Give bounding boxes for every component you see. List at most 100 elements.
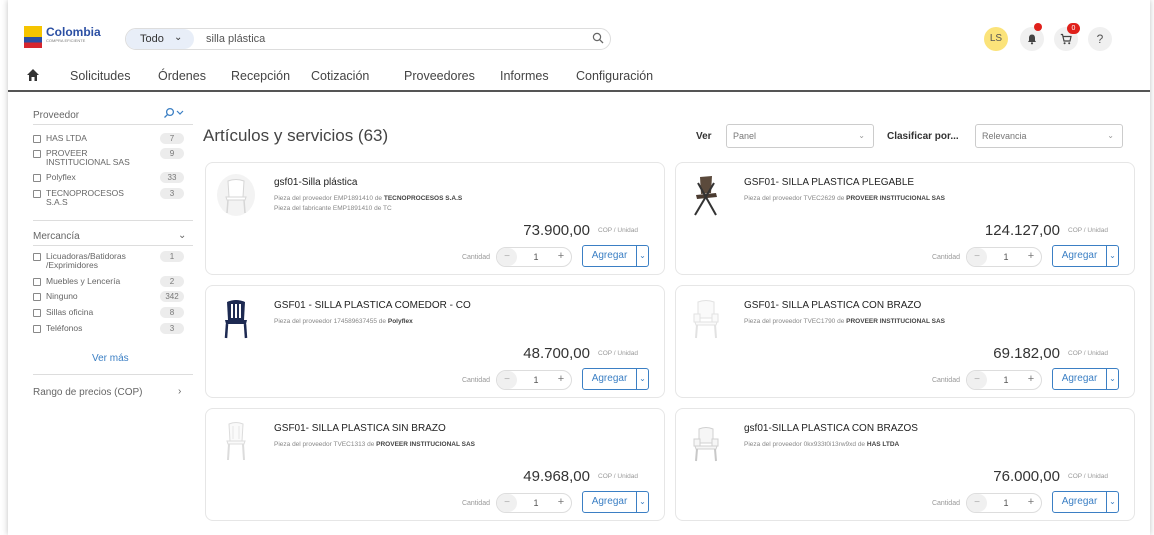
add-to-cart-button[interactable]: Agregar	[1052, 491, 1107, 513]
nav-cotizacion[interactable]: Cotización	[311, 69, 369, 83]
armchair-icon	[693, 300, 719, 339]
cart-button[interactable]: 0	[1054, 23, 1080, 51]
quantity-increment-button[interactable]: +	[1023, 250, 1039, 262]
add-to-cart-button[interactable]: Agregar	[1052, 368, 1107, 390]
quantity-value[interactable]: 1	[993, 375, 1019, 385]
search-input[interactable]: silla plástica	[206, 33, 265, 45]
quantity-value[interactable]: 1	[993, 252, 1019, 262]
add-options-dropdown[interactable]: ⌄	[636, 368, 649, 390]
product-name[interactable]: gsf01-SILLA PLASTICA CON BRAZOS	[744, 423, 918, 434]
logo[interactable]: Colombia COMPRA EFICIENTE	[24, 25, 124, 48]
search-scope-dropdown[interactable]: Todo ⌄	[126, 29, 194, 49]
quantity-increment-button[interactable]: +	[553, 373, 569, 385]
checkbox[interactable]	[33, 150, 41, 158]
quantity-decrement-button[interactable]: −	[497, 494, 517, 512]
add-options-dropdown[interactable]: ⌄	[1106, 368, 1119, 390]
add-options-dropdown[interactable]: ⌄	[636, 245, 649, 267]
checkbox[interactable]	[33, 278, 41, 286]
product-supplier-line: Pieza del proveedor TVEC1790 de PROVEER …	[744, 318, 945, 325]
quantity-stepper[interactable]: − 1 +	[496, 247, 572, 267]
app-window: Colombia COMPRA EFICIENTE Todo ⌄ silla p…	[8, 0, 1150, 535]
product-card[interactable]: gsf01-Silla plástica Pieza del proveedor…	[205, 162, 665, 275]
help-button[interactable]: ?	[1088, 27, 1112, 51]
add-options-dropdown[interactable]: ⌄	[1106, 491, 1119, 513]
price-unit: COP / Unidad	[1068, 227, 1108, 234]
quantity-stepper[interactable]: − 1 +	[496, 493, 572, 513]
nav-configuracion[interactable]: Configuración	[576, 69, 653, 83]
price-range-filter[interactable]: Rango de precios (COP)	[33, 387, 143, 398]
nav-ordenes[interactable]: Órdenes	[158, 69, 206, 83]
home-icon[interactable]	[26, 68, 40, 82]
chevron-right-icon[interactable]: ›	[178, 386, 181, 397]
add-options-dropdown[interactable]: ⌄	[636, 491, 649, 513]
quantity-increment-button[interactable]: +	[1023, 373, 1039, 385]
product-card[interactable]: GSF01- SILLA PLASTICA SIN BRAZO Pieza de…	[205, 408, 665, 521]
quantity-increment-button[interactable]: +	[553, 250, 569, 262]
quantity-value[interactable]: 1	[523, 252, 549, 262]
nav-solicitudes[interactable]: Solicitudes	[70, 69, 130, 83]
add-to-cart-button[interactable]: Agregar	[1052, 245, 1107, 267]
checkbox[interactable]	[33, 174, 41, 182]
notifications-button[interactable]	[1020, 23, 1044, 51]
product-price: 69.182,00	[993, 345, 1060, 362]
supplier-name[interactable]: TECNOPROCESOS S.A.S	[384, 195, 462, 202]
nav-informes[interactable]: Informes	[500, 69, 549, 83]
product-price: 48.700,00	[523, 345, 590, 362]
armchair-icon	[693, 427, 719, 462]
quantity-value[interactable]: 1	[993, 498, 1019, 508]
quantity-decrement-button[interactable]: −	[967, 248, 987, 266]
nav-recepcion[interactable]: Recepción	[231, 69, 290, 83]
filter-label: HAS LTDA	[46, 133, 87, 143]
supplier-name[interactable]: PROVEER INSTITUCIONAL SAS	[846, 318, 945, 325]
quantity-decrement-button[interactable]: −	[497, 371, 517, 389]
checkbox[interactable]	[33, 293, 41, 301]
search-filter-icon[interactable]	[163, 107, 185, 119]
product-card[interactable]: GSF01 - SILLA PLASTICA COMEDOR - CO Piez…	[205, 285, 665, 398]
quantity-value[interactable]: 1	[523, 498, 549, 508]
search-scope-label: Todo	[140, 33, 164, 45]
add-to-cart-button[interactable]: Agregar	[582, 368, 637, 390]
product-card[interactable]: GSF01- SILLA PLASTICA PLEGABLE Pieza del…	[675, 162, 1135, 275]
filter-count: 3	[160, 323, 184, 334]
product-name[interactable]: GSF01- SILLA PLASTICA CON BRAZO	[744, 300, 921, 311]
quantity-decrement-button[interactable]: −	[967, 494, 987, 512]
chevron-down-icon[interactable]: ⌄	[178, 230, 186, 241]
view-select-value: Panel	[733, 131, 757, 141]
checkbox[interactable]	[33, 309, 41, 317]
search-icon[interactable]	[592, 32, 604, 44]
add-options-dropdown[interactable]: ⌄	[1106, 245, 1119, 267]
filter-sidebar: Proveedor HAS LTDA 7 PROVEER INSTITUCION…	[8, 94, 200, 535]
product-name[interactable]: GSF01 - SILLA PLASTICA COMEDOR - CO	[274, 300, 471, 311]
quantity-increment-button[interactable]: +	[1023, 496, 1039, 508]
product-card[interactable]: GSF01- SILLA PLASTICA CON BRAZO Pieza de…	[675, 285, 1135, 398]
supplier-name[interactable]: HAS LTDA	[867, 441, 899, 448]
add-to-cart-button[interactable]: Agregar	[582, 491, 637, 513]
product-name[interactable]: GSF01- SILLA PLASTICA SIN BRAZO	[274, 423, 446, 434]
supplier-name[interactable]: PROVEER INSTITUCIONAL SAS	[376, 441, 475, 448]
supplier-name[interactable]: Polyflex	[388, 318, 413, 325]
quantity-stepper[interactable]: − 1 +	[496, 370, 572, 390]
view-select[interactable]: Panel ⌄	[726, 124, 874, 148]
quantity-stepper[interactable]: − 1 +	[966, 247, 1042, 267]
product-supplier-line: Pieza del proveedor 174589637455 de Poly…	[274, 318, 413, 325]
quantity-decrement-button[interactable]: −	[497, 248, 517, 266]
quantity-stepper[interactable]: − 1 +	[966, 370, 1042, 390]
quantity-stepper[interactable]: − 1 +	[966, 493, 1042, 513]
nav-proveedores[interactable]: Proveedores	[404, 69, 475, 83]
add-to-cart-button[interactable]: Agregar	[582, 245, 637, 267]
ver-mas-link[interactable]: Ver más	[92, 353, 129, 364]
quantity-decrement-button[interactable]: −	[967, 371, 987, 389]
checkbox[interactable]	[33, 135, 41, 143]
sort-select[interactable]: Relevancia ⌄	[975, 124, 1123, 148]
checkbox[interactable]	[33, 325, 41, 333]
product-name[interactable]: GSF01- SILLA PLASTICA PLEGABLE	[744, 177, 914, 188]
supplier-name[interactable]: PROVEER INSTITUCIONAL SAS	[846, 195, 945, 202]
supplier-prefix: Pieza del proveedor TVEC1790 de	[744, 318, 845, 325]
quantity-value[interactable]: 1	[523, 375, 549, 385]
avatar[interactable]: LS	[984, 27, 1008, 51]
checkbox[interactable]	[33, 253, 41, 261]
checkbox[interactable]	[33, 190, 41, 198]
quantity-increment-button[interactable]: +	[553, 496, 569, 508]
product-card[interactable]: gsf01-SILLA PLASTICA CON BRAZOS Pieza de…	[675, 408, 1135, 521]
product-name[interactable]: gsf01-Silla plástica	[274, 177, 357, 188]
